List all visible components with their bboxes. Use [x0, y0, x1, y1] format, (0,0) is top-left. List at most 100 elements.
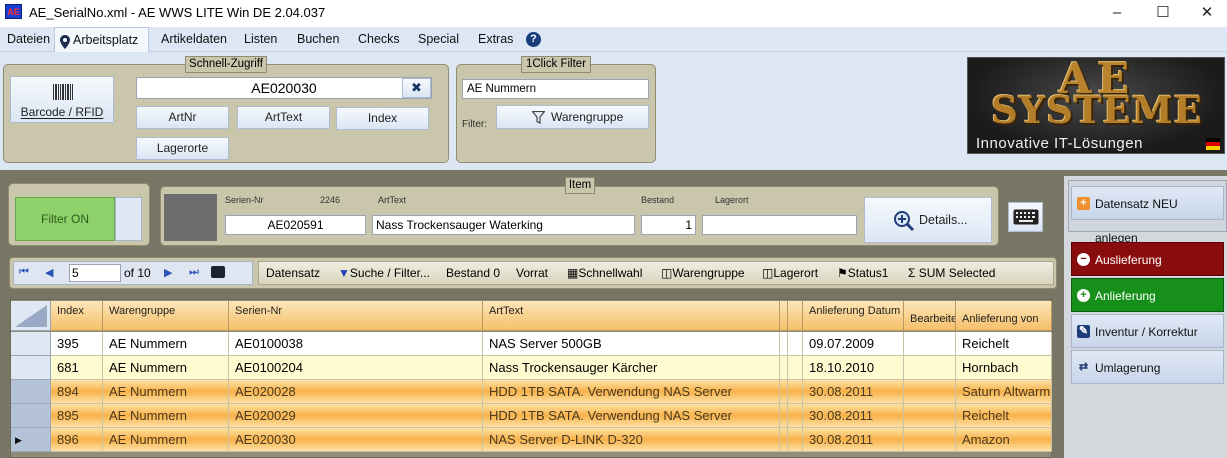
row-selector[interactable] [11, 356, 51, 380]
cell-datum[interactable]: 09.07.2009 [803, 332, 904, 356]
cell-blank-2[interactable] [788, 404, 803, 428]
col-header-bearbeiter[interactable]: Bearbeiter [904, 301, 956, 331]
warengruppe-filter-button[interactable]: Warengruppe [496, 105, 649, 129]
cell-blank-1[interactable] [780, 332, 788, 356]
row-selector[interactable]: ▶ [11, 428, 51, 452]
menu-buchen[interactable]: Buchen [297, 27, 339, 52]
schnellwahl-menu[interactable]: ▦Schnellwahl [567, 266, 642, 280]
cell-von[interactable]: Amazon [956, 428, 1052, 452]
cell-blank-1[interactable] [780, 428, 788, 452]
cell-datum[interactable]: 30.08.2011 [803, 404, 904, 428]
cell-bearbeiter[interactable] [904, 356, 956, 380]
cell-index[interactable]: 681 [51, 356, 103, 380]
row-selector[interactable] [11, 332, 51, 356]
cell-blank-2[interactable] [788, 428, 803, 452]
menu-arbeitsplatz[interactable]: Arbeitsplatz [54, 27, 149, 53]
menu-artikeldaten[interactable]: Artikeldaten [161, 27, 227, 52]
row-selector[interactable] [11, 404, 51, 428]
next-record-icon[interactable]: ▶ [164, 266, 172, 279]
cell-blank-1[interactable] [780, 380, 788, 404]
close-button[interactable]: ✕ [1184, 0, 1227, 27]
arttext-field[interactable]: Nass Trockensauger Waterking [372, 215, 635, 235]
cell-warengruppe[interactable]: AE Nummern [103, 404, 229, 428]
umlagerung-button[interactable]: ⇄ Umlagerung [1071, 350, 1224, 384]
cell-index[interactable]: 896 [51, 428, 103, 452]
cell-datum[interactable]: 30.08.2011 [803, 380, 904, 404]
cell-bearbeiter[interactable] [904, 428, 956, 452]
cell-blank-1[interactable] [780, 356, 788, 380]
lagerort-menu[interactable]: ◫Lagerort [762, 266, 818, 280]
row-selector[interactable] [11, 380, 51, 404]
cell-warengruppe[interactable]: AE Nummern [103, 356, 229, 380]
col-header-warengruppe[interactable]: Warengruppe [103, 301, 229, 331]
cell-von[interactable]: Reichelt [956, 332, 1052, 356]
status-menu[interactable]: ⚑Status1 [837, 266, 888, 280]
help-icon[interactable]: ? [526, 32, 541, 47]
menu-checks[interactable]: Checks [358, 27, 400, 52]
cell-bearbeiter[interactable] [904, 404, 956, 428]
minimize-button[interactable]: – [1094, 0, 1140, 27]
filter-toggle-off-side[interactable] [115, 197, 142, 241]
col-header-blank-1[interactable] [780, 301, 788, 331]
inventur-button[interactable]: ✎ Inventur / Korrektur [1071, 314, 1224, 348]
filter-on-button[interactable]: Filter ON [15, 197, 115, 241]
details-button[interactable]: Details... [864, 197, 992, 243]
anlieferung-button[interactable]: + Anlieferung [1071, 278, 1224, 312]
cell-index[interactable]: 895 [51, 404, 103, 428]
serien-field[interactable]: AE020591 [225, 215, 366, 235]
lagerort-field[interactable] [702, 215, 857, 235]
cell-blank-2[interactable] [788, 332, 803, 356]
arttext-button[interactable]: ArtText [237, 106, 330, 129]
keyboard-icon[interactable] [1008, 202, 1043, 232]
menu-extras[interactable]: Extras [478, 27, 513, 52]
briefcase-icon[interactable] [211, 266, 225, 278]
menu-dateien[interactable]: Dateien [7, 27, 50, 52]
cell-von[interactable]: Reichelt [956, 404, 1052, 428]
first-record-icon[interactable]: ⏮ [19, 266, 29, 279]
oneclick-filter-input[interactable]: AE Nummern [462, 79, 649, 99]
vorrat-menu[interactable]: Vorrat [516, 266, 548, 280]
cell-warengruppe[interactable]: AE Nummern [103, 332, 229, 356]
cell-serien[interactable]: AE0100038 [229, 332, 483, 356]
cell-serien[interactable]: AE020030 [229, 428, 483, 452]
maximize-button[interactable]: ☐ [1140, 0, 1186, 27]
select-all-corner[interactable] [11, 301, 51, 331]
col-header-arttext[interactable]: ArtText [483, 301, 780, 331]
cell-warengruppe[interactable]: AE Nummern [103, 428, 229, 452]
cell-datum[interactable]: 30.08.2011 [803, 428, 904, 452]
cell-blank-2[interactable] [788, 380, 803, 404]
artnr-button[interactable]: ArtNr [136, 106, 229, 129]
cell-bearbeiter[interactable] [904, 380, 956, 404]
page-input[interactable]: 5 [69, 264, 121, 282]
col-header-serien[interactable]: Serien-Nr [229, 301, 483, 331]
cell-serien[interactable]: AE020028 [229, 380, 483, 404]
suche-filter-menu[interactable]: ▼Suche / Filter... [338, 266, 430, 280]
lagerorte-button[interactable]: Lagerorte [136, 137, 229, 160]
col-header-blank-2[interactable] [788, 301, 803, 331]
cell-index[interactable]: 894 [51, 380, 103, 404]
menu-listen[interactable]: Listen [244, 27, 277, 52]
cell-arttext[interactable]: HDD 1TB SATA. Verwendung NAS Server [483, 404, 780, 428]
cell-von[interactable]: Hornbach [956, 356, 1052, 380]
sum-selected-menu[interactable]: Σ SUM Selected [908, 266, 995, 280]
cell-warengruppe[interactable]: AE Nummern [103, 380, 229, 404]
bestand-menu[interactable]: Bestand 0 [446, 266, 500, 280]
menu-special[interactable]: Special [418, 27, 459, 52]
cell-arttext[interactable]: NAS Server D-LINK D-320 [483, 428, 780, 452]
col-header-datum[interactable]: Anlieferung Datum [803, 301, 904, 331]
cell-arttext[interactable]: HDD 1TB SATA. Verwendung NAS Server [483, 380, 780, 404]
cell-datum[interactable]: 18.10.2010 [803, 356, 904, 380]
cell-arttext[interactable]: Nass Trockensauger Kärcher [483, 356, 780, 380]
cell-serien[interactable]: AE0100204 [229, 356, 483, 380]
cell-von[interactable]: Saturn Altwarmbüchen [956, 380, 1052, 404]
col-header-index[interactable]: Index [51, 301, 103, 331]
cell-bearbeiter[interactable] [904, 332, 956, 356]
last-record-icon[interactable]: ⏭ [189, 266, 199, 279]
warengruppe-menu[interactable]: ◫Warengruppe [661, 266, 745, 280]
barcode-rfid-button[interactable]: Barcode / RFID [10, 76, 114, 123]
cell-arttext[interactable]: NAS Server 500GB [483, 332, 780, 356]
cell-blank-2[interactable] [788, 356, 803, 380]
bestand-field[interactable]: 1 [641, 215, 696, 235]
cell-index[interactable]: 395 [51, 332, 103, 356]
datensatz-neu-button[interactable]: + Datensatz NEU anlegen [1071, 186, 1224, 245]
